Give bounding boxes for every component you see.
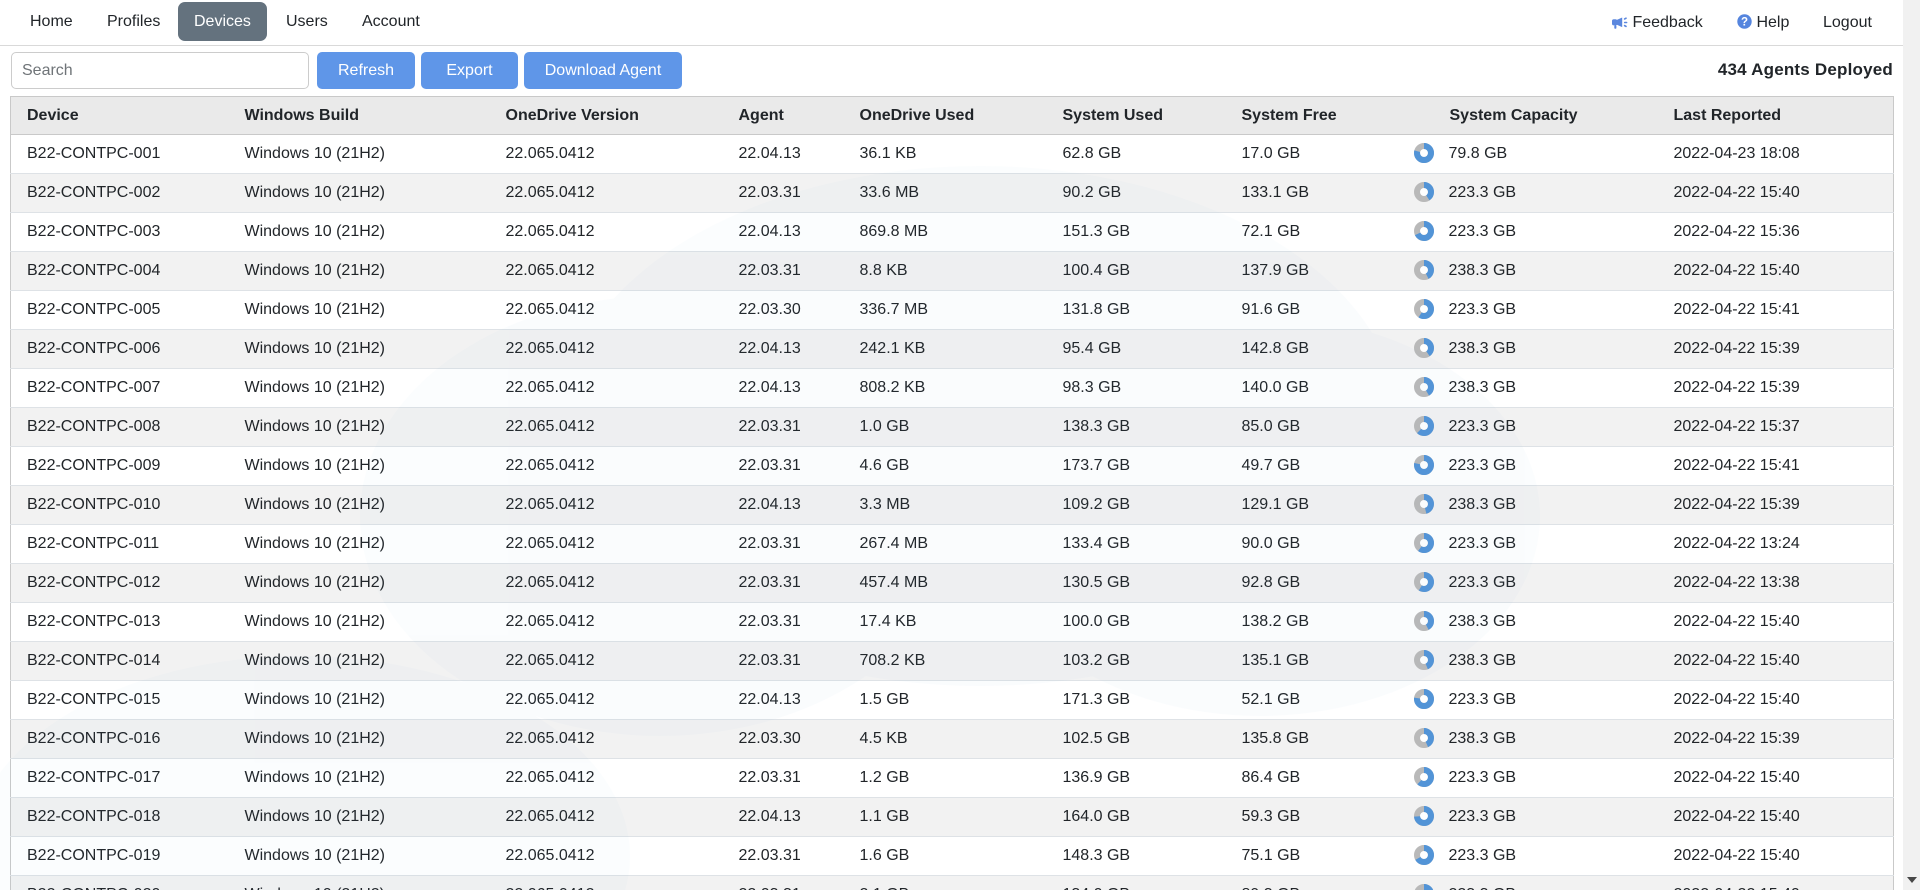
svg-text:?: ? [1741, 16, 1748, 28]
